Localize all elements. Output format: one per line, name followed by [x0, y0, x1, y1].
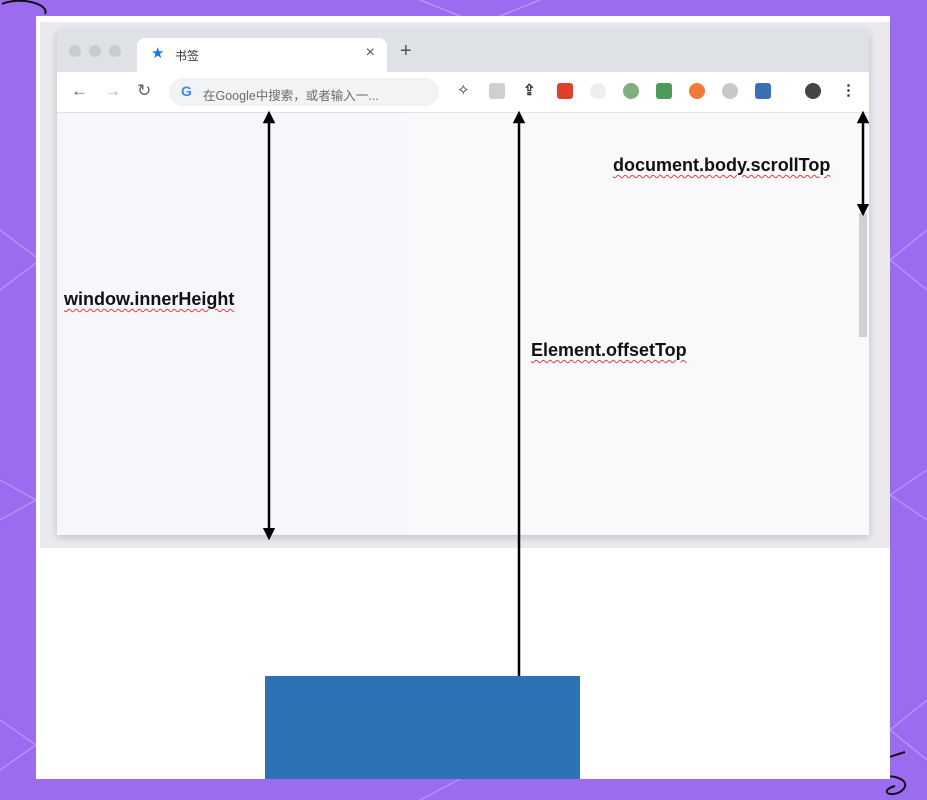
address-bar-placeholder: 在Google中搜索，或者输入一... — [203, 89, 379, 103]
window-zoom-dot[interactable] — [109, 45, 121, 57]
new-tab-button[interactable]: + — [400, 40, 412, 63]
google-g-icon: G — [181, 83, 192, 99]
star-icon: ★ — [151, 45, 165, 62]
puzzle-icon[interactable]: ✧ — [457, 81, 470, 99]
address-bar[interactable]: G 在Google中搜索，或者输入一... — [169, 78, 439, 106]
back-arrow-icon[interactable]: ← — [71, 81, 88, 101]
scrollbar-thumb[interactable] — [859, 213, 867, 337]
inner-height-label: window.innerHeight — [64, 289, 235, 309]
scroll-top-label: document.body.scrollTop — [613, 155, 831, 175]
window-close-dot[interactable] — [69, 45, 81, 57]
green-badge-extension-icon[interactable] — [656, 83, 672, 99]
tab-title: 书签 — [175, 49, 200, 63]
green-circle-extension-icon[interactable] — [623, 83, 639, 99]
target-element — [265, 676, 580, 779]
profile-icon[interactable] — [805, 83, 821, 99]
menu-icon[interactable]: ⋮ — [841, 81, 856, 99]
forward-arrow-icon[interactable]: → — [104, 81, 121, 101]
reload-icon[interactable]: ↻ — [137, 81, 151, 101]
viewport-content — [57, 113, 869, 535]
upload-icon[interactable]: ⇪ — [523, 81, 536, 99]
clock-extension-icon[interactable] — [590, 83, 606, 99]
browser-toolbar: ← → ↻ G 在Google中搜索，或者输入一... ✧ ⇪ ⋮ — [57, 72, 869, 113]
content-shade — [407, 113, 869, 535]
browser-window: ★ 书签 × + ← → ↻ G 在Google中搜索，或者输入一... ✧ ⇪… — [57, 30, 869, 535]
blue-printer-extension-icon[interactable] — [755, 83, 771, 99]
offset-top-label: Element.offsetTop — [531, 340, 687, 360]
window-minimize-dot[interactable] — [89, 45, 101, 57]
tab-strip: ★ 书签 × + — [57, 30, 869, 72]
scrollbar[interactable] — [859, 113, 867, 535]
reader-icon[interactable] — [489, 83, 505, 99]
close-icon[interactable]: × — [366, 44, 375, 62]
tab-bookmarks[interactable]: ★ 书签 × — [137, 38, 387, 72]
gray-face-extension-icon[interactable] — [722, 83, 738, 99]
orange-x-extension-icon[interactable] — [689, 83, 705, 99]
fe-extension-icon[interactable] — [557, 83, 573, 99]
